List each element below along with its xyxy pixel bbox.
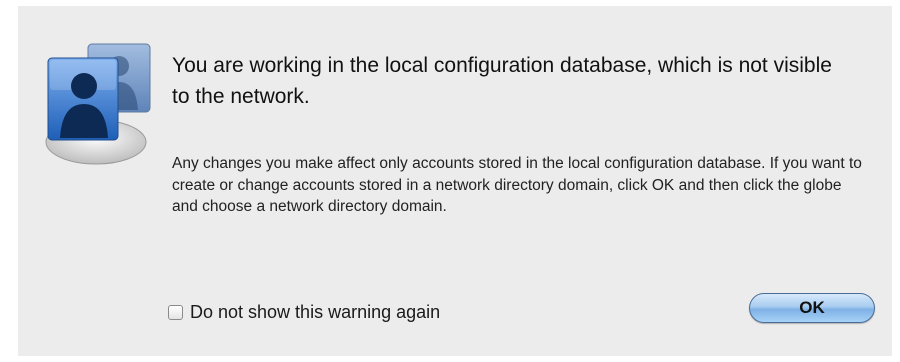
dialog-message: Any changes you make affect only account… (172, 155, 862, 215)
accounts-users-icon (44, 42, 156, 170)
dialog-headline: You are working in the local configurati… (172, 54, 832, 108)
suppress-warning-label[interactable]: Do not show this warning again (190, 302, 440, 323)
suppress-warning-checkbox[interactable] (168, 304, 183, 320)
warning-dialog: You are working in the local configurati… (18, 6, 892, 356)
ok-button[interactable]: OK (749, 293, 875, 323)
suppress-warning-checkbox-row[interactable]: Do not show this warning again (168, 301, 440, 323)
